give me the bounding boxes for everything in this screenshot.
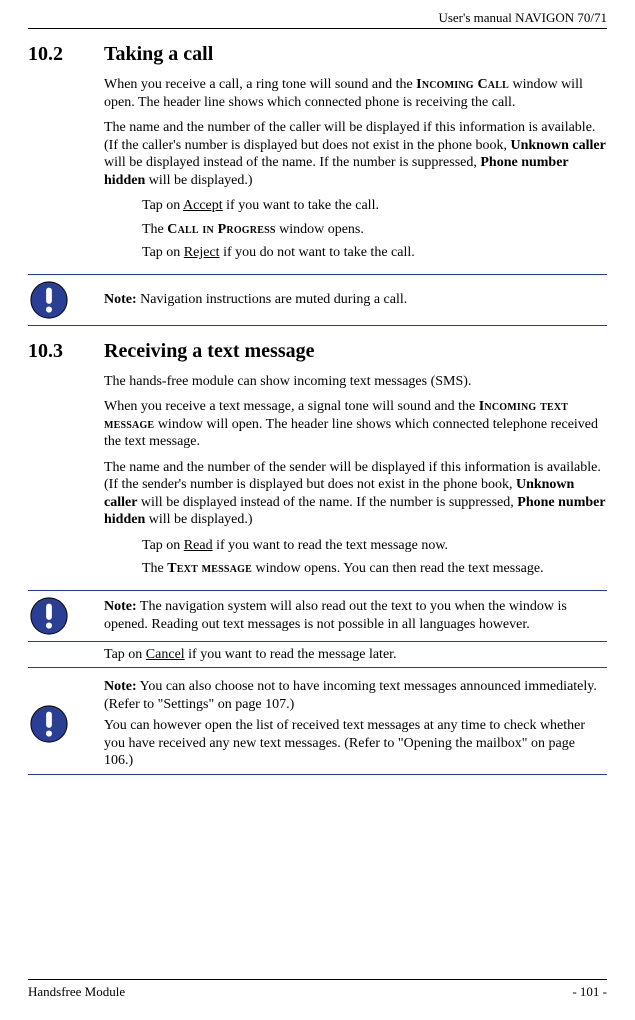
note-block: Note: Navigation instructions are muted …: [28, 274, 607, 326]
footer-page-number: - 101 -: [572, 984, 607, 1000]
unknown-caller-label: Unknown caller: [511, 138, 606, 153]
note-block: Note: You can also choose not to have in…: [28, 674, 607, 775]
section-heading: Receiving a text message: [104, 340, 607, 363]
section-number: 10.2: [28, 43, 104, 268]
page-content: 10.2 Taking a call When you receive a ca…: [28, 29, 607, 979]
paragraph: The name and the number of the sender wi…: [104, 459, 607, 529]
note-label: Note:: [104, 292, 137, 307]
incoming-call-label: Incoming Call: [416, 77, 509, 92]
read-action: Read: [184, 538, 213, 553]
accept-action: Accept: [183, 198, 223, 213]
note-icon-container: [28, 703, 104, 745]
instruction: The Text message window opens. You can t…: [104, 560, 607, 578]
instruction: Tap on Reject if you do not want to take…: [104, 244, 607, 262]
note-icon-container: [28, 595, 104, 637]
note-label: Note:: [104, 679, 137, 694]
note-icon-container: [28, 279, 104, 321]
section-heading: Taking a call: [104, 43, 607, 66]
page-footer: Handsfree Module - 101 -: [28, 979, 607, 1000]
paragraph: The name and the number of the caller wi…: [104, 119, 607, 189]
section-number: 10.3: [28, 340, 104, 584]
note-block: Note: The navigation system will also re…: [28, 590, 607, 642]
instruction: The Call in Progress window opens.: [104, 221, 607, 239]
footer-section-name: Handsfree Module: [28, 984, 125, 1000]
note-label: Note:: [104, 599, 137, 614]
section-taking-a-call: 10.2 Taking a call When you receive a ca…: [28, 43, 607, 268]
exclamation-icon: [28, 279, 70, 321]
call-in-progress-label: Call in Progress: [167, 222, 275, 237]
exclamation-icon: [28, 595, 70, 637]
reject-action: Reject: [184, 245, 220, 260]
cancel-action: Cancel: [146, 647, 185, 662]
paragraph: When you receive a call, a ring tone wil…: [104, 76, 607, 111]
manual-title: User's manual NAVIGON 70/71: [438, 10, 607, 25]
paragraph: The hands-free module can show incoming …: [104, 373, 607, 391]
section-receiving-text-message: 10.3 Receiving a text message The hands-…: [28, 340, 607, 584]
note-text: Note: The navigation system will also re…: [104, 598, 607, 633]
exclamation-icon: [28, 703, 70, 745]
note-text: Note: Navigation instructions are muted …: [104, 291, 607, 309]
paragraph: When you receive a text message, a signa…: [104, 398, 607, 451]
page-header: User's manual NAVIGON 70/71: [28, 10, 607, 29]
instruction: Tap on Read if you want to read the text…: [104, 537, 607, 555]
instruction: Tap on Cancel if you want to read the me…: [28, 642, 607, 669]
instruction: Tap on Accept if you want to take the ca…: [104, 197, 607, 215]
text-message-label: Text message: [167, 561, 252, 576]
note-text: Note: You can also choose not to have in…: [104, 678, 607, 770]
